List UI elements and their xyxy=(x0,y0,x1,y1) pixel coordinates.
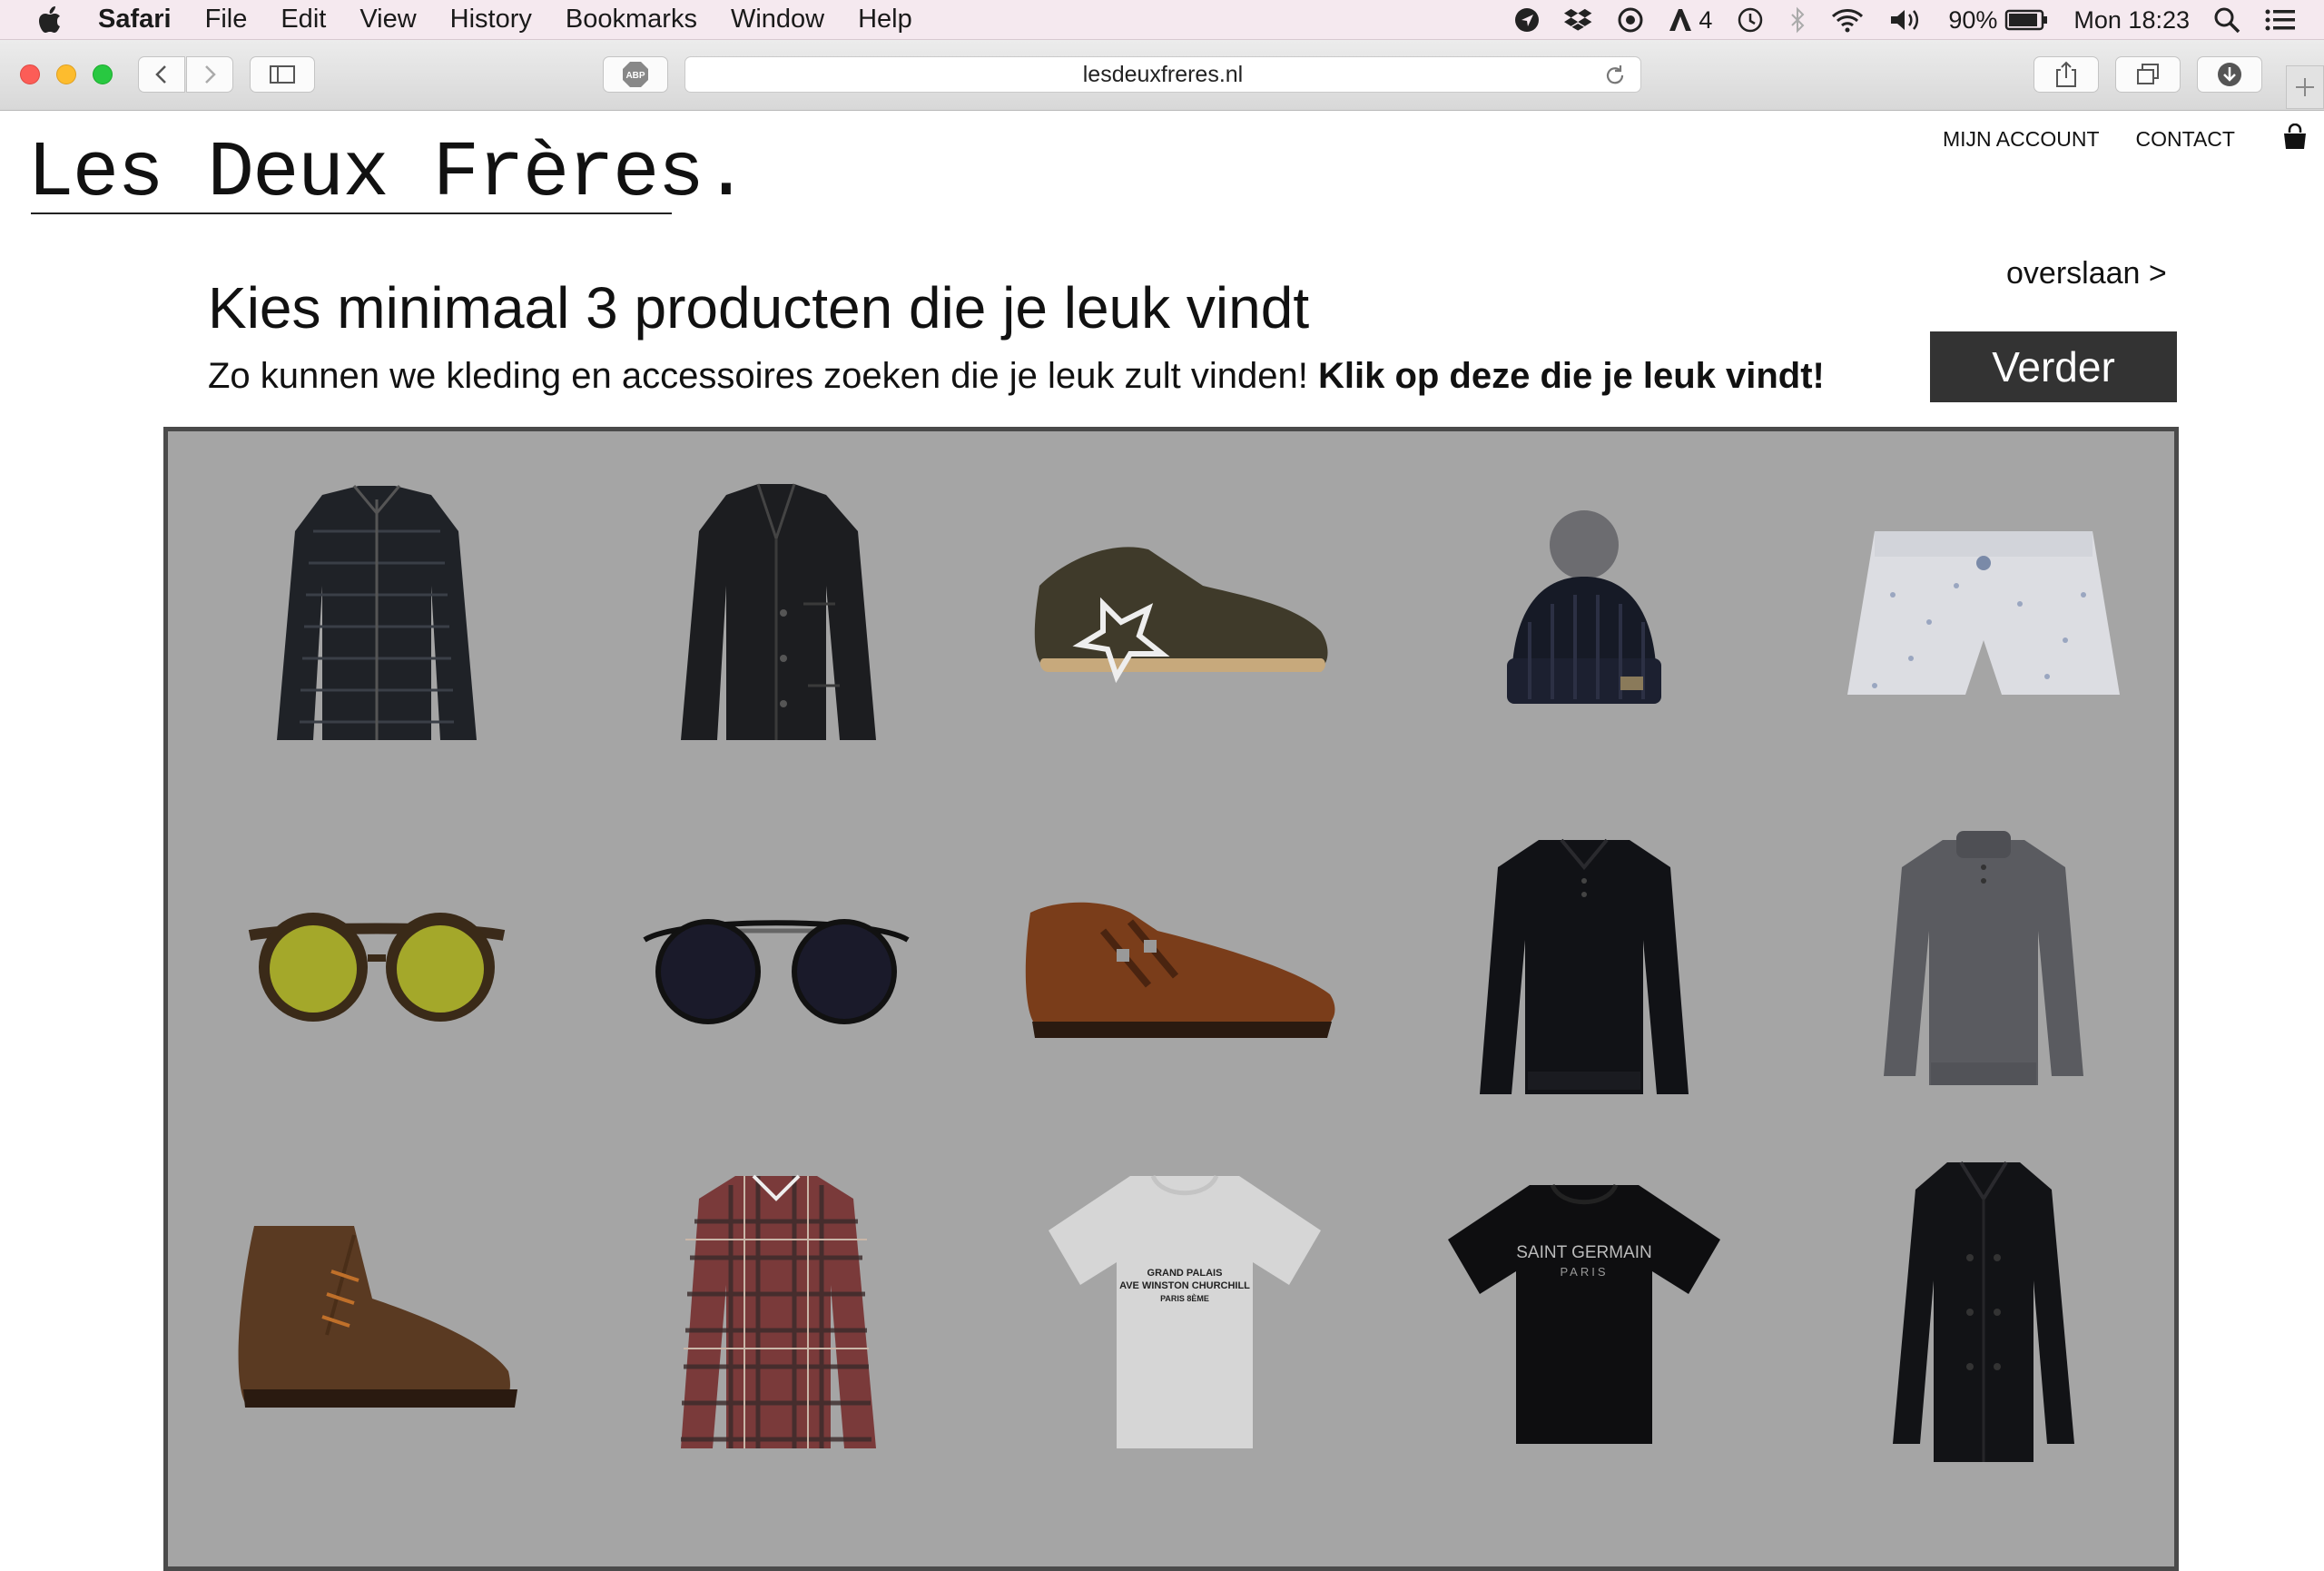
sidebar-icon xyxy=(270,65,295,84)
sweater-icon xyxy=(1480,838,1689,1094)
apple-menu-icon[interactable] xyxy=(36,5,64,35)
menu-view[interactable]: View xyxy=(359,5,416,35)
site-logo[interactable]: Les Deux Frères. xyxy=(27,129,750,218)
notification-center-icon[interactable] xyxy=(2264,7,2297,33)
coat-icon xyxy=(1893,1161,2074,1462)
nav-my-account[interactable]: MIJN ACCOUNT xyxy=(1943,127,2100,152)
chevron-right-icon xyxy=(205,65,216,84)
sweater-icon xyxy=(1884,831,2083,1085)
product-black-coat[interactable] xyxy=(1793,1149,2174,1476)
jacket-icon xyxy=(681,483,876,740)
product-black-sunglasses[interactable] xyxy=(586,804,967,1131)
menu-window[interactable]: Window xyxy=(731,5,824,35)
battery-percent: 90% xyxy=(1948,5,1998,34)
boot-icon xyxy=(238,1226,517,1408)
macos-menubar: Safari File Edit View History Bookmarks … xyxy=(0,0,2324,40)
menu-history[interactable]: History xyxy=(450,5,532,35)
menu-app-name[interactable]: Safari xyxy=(98,5,172,35)
page-subheading: Zo kunnen we kleding en accessoires zoek… xyxy=(208,356,1825,397)
time-machine-icon[interactable] xyxy=(1736,6,1765,34)
product-black-jacket[interactable] xyxy=(586,450,967,776)
share-icon xyxy=(2056,61,2076,87)
sunglasses-icon xyxy=(248,913,506,1022)
dress-shoe-icon xyxy=(1025,902,1335,1038)
back-button[interactable] xyxy=(138,56,185,93)
reload-icon[interactable] xyxy=(1602,63,1628,88)
product-monk-strap-shoe[interactable] xyxy=(985,804,1384,1131)
puffer-jacket-icon xyxy=(277,485,477,740)
scan-eye-icon[interactable] xyxy=(1617,6,1644,34)
downloads-button[interactable] xyxy=(2197,56,2262,93)
plus-icon xyxy=(2296,78,2314,96)
beanie-icon xyxy=(1507,510,1661,704)
chevron-left-icon xyxy=(155,65,166,84)
subheading-bold: Klik op deze die je leuk vindt! xyxy=(1317,356,1825,396)
dropbox-icon[interactable] xyxy=(1564,6,1593,34)
battery-status[interactable]: 90% xyxy=(1948,6,2050,35)
menu-bookmarks[interactable]: Bookmarks xyxy=(566,5,697,35)
adblock-icon: ABP xyxy=(623,62,648,87)
tee-print-line-2: PARIS xyxy=(1560,1265,1608,1279)
continue-button[interactable]: Verder xyxy=(1930,331,2177,402)
share-button[interactable] xyxy=(2034,56,2099,93)
url-text: lesdeuxfreres.nl xyxy=(1082,61,1244,87)
product-plaid-shirt[interactable] xyxy=(586,1149,967,1476)
sidebar-toggle-button[interactable] xyxy=(250,56,315,93)
product-boxer-shorts[interactable] xyxy=(1793,450,2174,776)
tee-print-line-1: GRAND PALAIS xyxy=(1147,1268,1223,1279)
close-window-button[interactable] xyxy=(20,64,40,84)
product-star-sneaker[interactable] xyxy=(985,450,1384,776)
volume-icon[interactable] xyxy=(1888,6,1925,34)
zoom-window-button[interactable] xyxy=(93,64,113,84)
menu-edit[interactable]: Edit xyxy=(281,5,326,35)
product-grey-sweater[interactable] xyxy=(1793,804,2174,1131)
sneaker-icon xyxy=(1034,547,1328,684)
address-bar[interactable]: lesdeuxfreres.nl xyxy=(684,56,1641,93)
nav-contact[interactable]: CONTACT xyxy=(2136,127,2235,152)
page-headline: Kies minimaal 3 producten die je leuk vi… xyxy=(208,275,1310,341)
logo-underline xyxy=(31,212,672,214)
shopping-bag-icon[interactable] xyxy=(2282,123,2308,155)
product-mirrored-sunglasses[interactable] xyxy=(186,804,567,1131)
web-page: Les Deux Frères. MIJN ACCOUNT CONTACT ov… xyxy=(0,111,2324,1571)
battery-icon xyxy=(2005,9,2048,31)
bluetooth-icon[interactable] xyxy=(1788,6,1807,34)
product-suede-boot[interactable] xyxy=(186,1149,567,1476)
adblock-button[interactable]: ABP xyxy=(603,56,668,93)
forward-button[interactable] xyxy=(186,56,233,93)
product-puffer-jacket[interactable] xyxy=(186,450,567,776)
shorts-icon xyxy=(1847,531,2120,695)
wifi-icon[interactable] xyxy=(1830,6,1865,34)
svg-text:ABP: ABP xyxy=(625,71,645,81)
minimize-window-button[interactable] xyxy=(56,64,76,84)
tee-print-line-3: PARIS 8ÈME xyxy=(1160,1294,1209,1303)
product-grid: GRAND PALAIS AVE WINSTON CHURCHILL PARIS 8… xyxy=(163,427,2179,1571)
menu-file[interactable]: File xyxy=(205,5,248,35)
skip-link[interactable]: overslaan > xyxy=(2006,256,2167,291)
spotlight-search-icon[interactable] xyxy=(2213,6,2240,34)
download-icon xyxy=(2218,63,2241,86)
location-icon[interactable] xyxy=(1513,6,1541,34)
sunglasses-icon xyxy=(643,919,910,1024)
product-black-sweater[interactable] xyxy=(1393,804,1775,1131)
clock[interactable]: Mon 18:23 xyxy=(2073,6,2190,35)
subheading-text: Zo kunnen we kleding en accessoires zoek… xyxy=(208,356,1308,396)
tee-print-line-1: SAINT GERMAIN xyxy=(1516,1243,1652,1262)
adobe-count: 4 xyxy=(1699,5,1713,34)
shirt-icon xyxy=(681,1174,876,1448)
new-tab-button[interactable] xyxy=(2286,65,2324,109)
t-shirt-icon: SAINT GERMAIN PARIS xyxy=(1448,1183,1720,1444)
tee-print-line-2: AVE WINSTON CHURCHILL xyxy=(1119,1280,1250,1291)
product-white-t-shirt[interactable]: GRAND PALAIS AVE WINSTON CHURCHILL PARIS 8… xyxy=(985,1149,1384,1476)
adobe-icon[interactable]: 4 xyxy=(1668,6,1712,35)
product-black-t-shirt[interactable]: SAINT GERMAIN PARIS xyxy=(1393,1149,1775,1476)
product-beanie[interactable] xyxy=(1393,450,1775,776)
tabs-overview-button[interactable] xyxy=(2115,56,2181,93)
tabs-icon xyxy=(2137,64,2159,84)
top-navigation: MIJN ACCOUNT CONTACT xyxy=(1943,127,2271,152)
menu-help[interactable]: Help xyxy=(858,5,912,35)
t-shirt-icon: GRAND PALAISAVE WINSTON CHURCHILL PARIS 8… xyxy=(1049,1174,1321,1448)
